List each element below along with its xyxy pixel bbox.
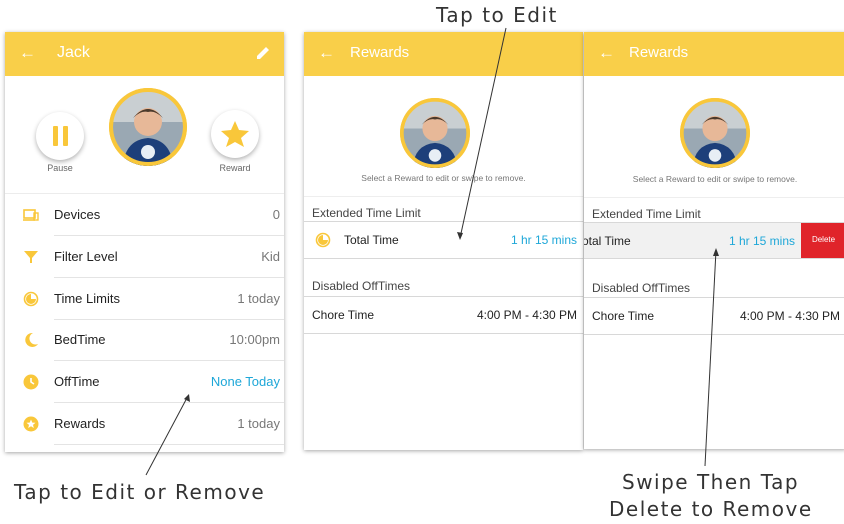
- tap-to-edit-caption: Tap to Edit: [436, 3, 558, 27]
- menu-value: 1 today: [237, 290, 280, 306]
- back-arrow-icon[interactable]: ←: [318, 41, 335, 65]
- child-name-title: Jack: [57, 44, 90, 61]
- menu-value: 1 today: [237, 416, 280, 431]
- reward-row-swiped[interactable]: Total Time 1 hr 15 mins Delete: [584, 223, 844, 258]
- reward-label: Reward: [219, 163, 251, 173]
- reward-button[interactable]: [211, 110, 259, 158]
- section-disabled-offtimes: Disabled OffTimes: [592, 281, 691, 295]
- divider: [304, 196, 583, 197]
- app-bar: ← Rewards: [584, 32, 844, 76]
- star-icon: [221, 121, 249, 147]
- rewards-title: Rewards: [629, 44, 689, 61]
- back-arrow-icon[interactable]: ←: [598, 41, 615, 65]
- tap-to-edit-or-remove-caption: Tap to Edit or Remove: [14, 480, 266, 504]
- divider: [584, 197, 844, 198]
- offtime-row-chore-time[interactable]: Chore Time 4:00 PM - 4:30 PM: [584, 298, 844, 334]
- delete-to-remove-caption: Delete to Remove: [609, 497, 813, 521]
- menu-row-rewards[interactable]: Rewards 1 today: [5, 404, 284, 445]
- menu-row-time-limits[interactable]: Time Limits 1 today: [5, 279, 284, 320]
- delete-label: Delete: [811, 235, 836, 244]
- divider: [304, 258, 583, 259]
- menu-label: Rewards: [54, 416, 106, 431]
- rewards-screen: ← Rewards Select a Reward to edit or swi…: [304, 32, 583, 450]
- menu-value: Kid: [261, 248, 280, 264]
- rewards-hint: Select a Reward to edit or swipe to remo…: [632, 174, 798, 184]
- menu-value: None Today: [210, 374, 280, 390]
- reward-label: Total Time: [344, 233, 399, 247]
- menu-row-devices[interactable]: Devices 0: [5, 195, 284, 236]
- avatar: [680, 98, 750, 168]
- child-photo: [109, 88, 187, 166]
- menu-row-bedtime[interactable]: BedTime 10:00pm: [5, 320, 284, 362]
- menu-row-offtime[interactable]: OffTime None Today: [5, 362, 284, 404]
- section-extended-time-limit: Extended Time Limit: [592, 207, 701, 221]
- divider: [5, 193, 284, 194]
- menu-label: BedTime: [54, 332, 106, 348]
- menu-row-filter-level[interactable]: Filter Level Kid: [5, 237, 284, 278]
- rewards-hint: Select a Reward to edit or swipe to remo…: [361, 173, 526, 183]
- profile-screen: ← Jack Pause Reward Devices 0 Filter Lev…: [5, 32, 284, 452]
- pause-icon: [53, 126, 68, 146]
- pause-button[interactable]: [36, 112, 84, 160]
- moon-icon: [25, 333, 38, 348]
- devices-icon: [23, 209, 39, 221]
- section-extended-time-limit: Extended Time Limit: [312, 206, 421, 220]
- rewards-title: Rewards: [350, 44, 410, 61]
- avatar[interactable]: [109, 88, 187, 166]
- menu-value: 10:00pm: [229, 332, 280, 348]
- edit-pencil-icon[interactable]: [254, 44, 272, 62]
- rewards-swipe-screen: ← Rewards Select a Reward to edit or swi…: [584, 32, 844, 449]
- menu-label: Devices: [54, 207, 101, 222]
- menu-value: 0: [272, 207, 280, 222]
- offtime-value: 4:00 PM - 4:30 PM: [476, 308, 577, 322]
- app-bar: ← Jack: [5, 32, 284, 76]
- back-arrow-icon[interactable]: ←: [19, 41, 36, 65]
- time-limit-icon: [23, 291, 39, 306]
- menu-label: Time Limits: [54, 290, 120, 306]
- offtime-label: Chore Time: [592, 309, 655, 323]
- pause-label: Pause: [47, 163, 73, 173]
- offtime-row-chore-time[interactable]: Chore Time 4:00 PM - 4:30 PM: [304, 297, 583, 333]
- reward-label: Total Time: [584, 234, 631, 248]
- app-bar: ← Rewards: [304, 32, 583, 76]
- menu-label: Filter Level: [54, 248, 118, 264]
- menu-label: OffTime: [54, 374, 100, 390]
- reward-value: 1 hr 15 mins: [728, 234, 795, 248]
- swipe-then-tap-caption: Swipe Then Tap: [622, 470, 800, 494]
- reward-value: 1 hr 15 mins: [510, 233, 577, 247]
- offtime-label: Chore Time: [312, 308, 375, 322]
- offtime-value: 4:00 PM - 4:30 PM: [739, 309, 840, 323]
- divider: [584, 334, 844, 335]
- divider: [304, 333, 583, 334]
- section-disabled-offtimes: Disabled OffTimes: [312, 279, 411, 293]
- avatar: [400, 98, 470, 168]
- delete-button[interactable]: Delete: [801, 223, 844, 258]
- child-photo: [680, 98, 750, 168]
- star-icon: [23, 416, 39, 432]
- clock-icon: [23, 374, 39, 390]
- divider: [54, 444, 284, 445]
- reward-row-total-time[interactable]: Total Time 1 hr 15 mins: [304, 222, 583, 258]
- filter-icon: [24, 250, 38, 263]
- divider: [584, 258, 844, 259]
- time-limit-icon: [315, 232, 331, 248]
- child-photo: [400, 98, 470, 168]
